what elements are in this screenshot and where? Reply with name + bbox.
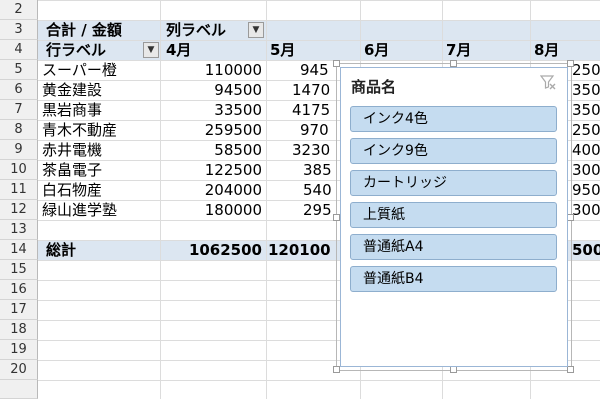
row-header[interactable]: 6 [0, 80, 38, 100]
slicer-item[interactable]: 普通紙B4 [350, 266, 557, 292]
partial-value-cell[interactable]: 250 [572, 120, 600, 140]
row-header[interactable]: 10 [0, 160, 38, 180]
pivot-corner-label[interactable]: 合計 / 金額 [46, 20, 160, 40]
value-cell[interactable]: 4175 [292, 100, 336, 120]
partial-value-cell[interactable]: 500 [572, 240, 600, 260]
value-cell[interactable]: 945 [300, 60, 336, 80]
value-cell[interactable]: 33500 [160, 100, 262, 120]
value-cell[interactable]: 1470 [292, 80, 336, 100]
row-label[interactable]: 緑山進学塾 [42, 200, 160, 220]
slicer-item[interactable]: インク9色 [350, 138, 557, 164]
row-header[interactable]: 9 [0, 140, 38, 160]
grand-total-value[interactable]: 120100 [268, 240, 336, 260]
partial-value-cell[interactable]: 350 [572, 80, 600, 100]
row-label[interactable]: 赤井電機 [42, 140, 160, 160]
value-cell[interactable]: 970 [300, 120, 336, 140]
month-header[interactable]: 8月 [534, 40, 594, 60]
row-label[interactable]: スーパー橙 [42, 60, 160, 80]
partial-value-cell[interactable]: 350 [572, 100, 600, 120]
resize-handle[interactable] [567, 60, 574, 67]
slicer-item[interactable]: インク4色 [350, 106, 557, 132]
row-header[interactable]: 3 [0, 20, 38, 40]
row-header[interactable]: 18 [0, 320, 38, 340]
value-cell[interactable]: 180000 [160, 200, 262, 220]
month-header[interactable]: 5月 [270, 40, 330, 60]
row-header[interactable]: 15 [0, 260, 38, 280]
month-header[interactable]: 4月 [166, 40, 226, 60]
partial-value-cell[interactable]: 250 [572, 60, 600, 80]
value-cell[interactable]: 204000 [160, 180, 262, 200]
clear-filter-icon[interactable] [539, 74, 557, 92]
resize-handle[interactable] [333, 214, 340, 221]
row-label[interactable]: 茶畠電子 [42, 160, 160, 180]
partial-value-cell[interactable]: 300 [572, 160, 600, 180]
value-cell[interactable]: 58500 [160, 140, 262, 160]
value-cell[interactable]: 94500 [160, 80, 262, 100]
row-labels-header[interactable]: 行ラベル [46, 40, 142, 60]
resize-handle[interactable] [450, 366, 457, 373]
value-cell[interactable]: 540 [303, 180, 336, 200]
resize-handle[interactable] [333, 366, 340, 373]
value-cell[interactable]: 122500 [160, 160, 262, 180]
row-header[interactable]: 17 [0, 300, 38, 320]
row-label[interactable]: 白石物産 [42, 180, 160, 200]
row-label[interactable]: 黒岩商事 [42, 100, 160, 120]
slicer-item[interactable]: 上質紙 [350, 202, 557, 228]
partial-value-cell[interactable]: 400 [572, 140, 600, 160]
slicer-panel[interactable]: 商品名 インク4色 インク9色 カートリッジ 上質紙 普通紙A4 普通紙B4 [340, 67, 568, 367]
month-header[interactable]: 6月 [364, 40, 424, 60]
resize-handle[interactable] [567, 366, 574, 373]
partial-value-cell[interactable]: 950 [572, 180, 600, 200]
chevron-down-icon[interactable]: ▼ [248, 22, 264, 38]
slicer-item[interactable]: カートリッジ [350, 170, 557, 196]
resize-handle[interactable] [333, 60, 340, 67]
row-header[interactable]: 5 [0, 60, 38, 80]
row-header[interactable]: 12 [0, 200, 38, 220]
value-cell[interactable]: 295 [303, 200, 336, 220]
value-cell[interactable]: 385 [303, 160, 336, 180]
row-header[interactable]: 2 [0, 0, 38, 20]
slicer-title: 商品名 [351, 78, 397, 96]
grand-total-label[interactable]: 総計 [46, 240, 156, 260]
month-header[interactable]: 7月 [446, 40, 506, 60]
row-header[interactable]: 8 [0, 120, 38, 140]
slicer-item[interactable]: 普通紙A4 [350, 234, 557, 260]
row-header[interactable]: 7 [0, 100, 38, 120]
row-header[interactable]: 14 [0, 240, 38, 260]
row-header[interactable]: 20 [0, 360, 38, 380]
chevron-down-icon[interactable]: ▼ [143, 42, 159, 58]
grand-total-value[interactable]: 1062500 [160, 240, 262, 260]
value-cell[interactable]: 259500 [160, 120, 262, 140]
row-header[interactable]: 16 [0, 280, 38, 300]
row-header[interactable]: 13 [0, 220, 38, 240]
row-label[interactable]: 青木不動産 [42, 120, 160, 140]
resize-handle[interactable] [567, 214, 574, 221]
resize-handle[interactable] [450, 60, 457, 67]
row-header[interactable]: 4 [0, 40, 38, 60]
value-cell[interactable]: 3230 [292, 140, 336, 160]
row-header[interactable] [0, 380, 38, 399]
column-labels-header[interactable]: 列ラベル [166, 20, 246, 40]
value-cell[interactable]: 110000 [160, 60, 262, 80]
partial-value-cell[interactable]: 300 [572, 200, 600, 220]
row-header[interactable]: 19 [0, 340, 38, 360]
row-label[interactable]: 黄金建設 [42, 80, 160, 100]
row-header[interactable]: 11 [0, 180, 38, 200]
